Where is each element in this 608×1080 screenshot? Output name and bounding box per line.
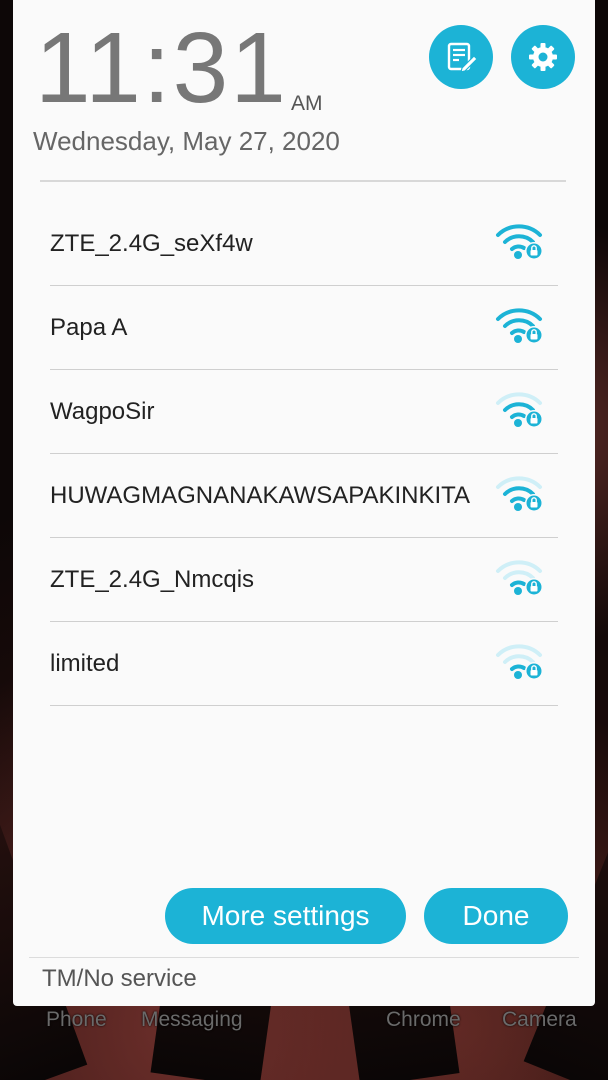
wifi-network-name: limited [50, 649, 120, 677]
wifi-locked-icon [494, 473, 558, 518]
wifi-network-item[interactable]: HUWAGMAGNANAKAWSAPAKINKITA [50, 454, 558, 538]
dock-chrome-label[interactable]: Chrome [386, 1008, 461, 1032]
wifi-network-item[interactable]: Papa A [50, 286, 558, 370]
wifi-network-name: Papa A [50, 313, 128, 341]
wifi-locked-icon [494, 641, 558, 686]
clock-time: 11:31 [35, 12, 288, 124]
edit-quick-settings-button[interactable] [429, 25, 493, 89]
settings-button[interactable] [511, 25, 575, 89]
wifi-quick-panel: 11:31 AM Wednesday, May 27, 2020 ZTE_2.4… [13, 0, 595, 1006]
wifi-network-item[interactable]: ZTE_2.4G_Nmcqis [50, 538, 558, 622]
wifi-network-list: ZTE_2.4G_seXf4w Papa A WagpoSir HUWAGMAGNAN… [50, 202, 558, 706]
wifi-locked-icon [494, 389, 558, 434]
done-button[interactable]: Done [424, 888, 568, 944]
header-divider [40, 180, 566, 182]
clock-date: Wednesday, May 27, 2020 [33, 126, 340, 156]
wifi-network-name: WagpoSir [50, 397, 155, 425]
wifi-locked-icon [494, 305, 558, 350]
more-settings-button[interactable]: More settings [165, 888, 406, 944]
edit-note-icon [447, 42, 478, 73]
wifi-network-name: ZTE_2.4G_Nmcqis [50, 565, 255, 593]
gear-icon [529, 43, 557, 71]
wifi-locked-icon [494, 557, 558, 602]
wifi-network-name: HUWAGMAGNANAKAWSAPAKINKITA [50, 481, 471, 509]
dock-camera-label[interactable]: Camera [502, 1008, 577, 1032]
dock-messaging-label[interactable]: Messaging [141, 1008, 243, 1032]
wifi-network-name: ZTE_2.4G_seXf4w [50, 229, 253, 257]
wifi-locked-icon [494, 221, 558, 266]
clock-ampm: AM [291, 92, 323, 115]
wifi-network-item[interactable]: limited [50, 622, 558, 706]
carrier-status: TM/No service [42, 965, 197, 992]
dock-phone-label[interactable]: Phone [46, 1008, 107, 1032]
wifi-network-item[interactable]: WagpoSir [50, 370, 558, 454]
footer-divider [29, 957, 579, 958]
wifi-network-item[interactable]: ZTE_2.4G_seXf4w [50, 202, 558, 286]
